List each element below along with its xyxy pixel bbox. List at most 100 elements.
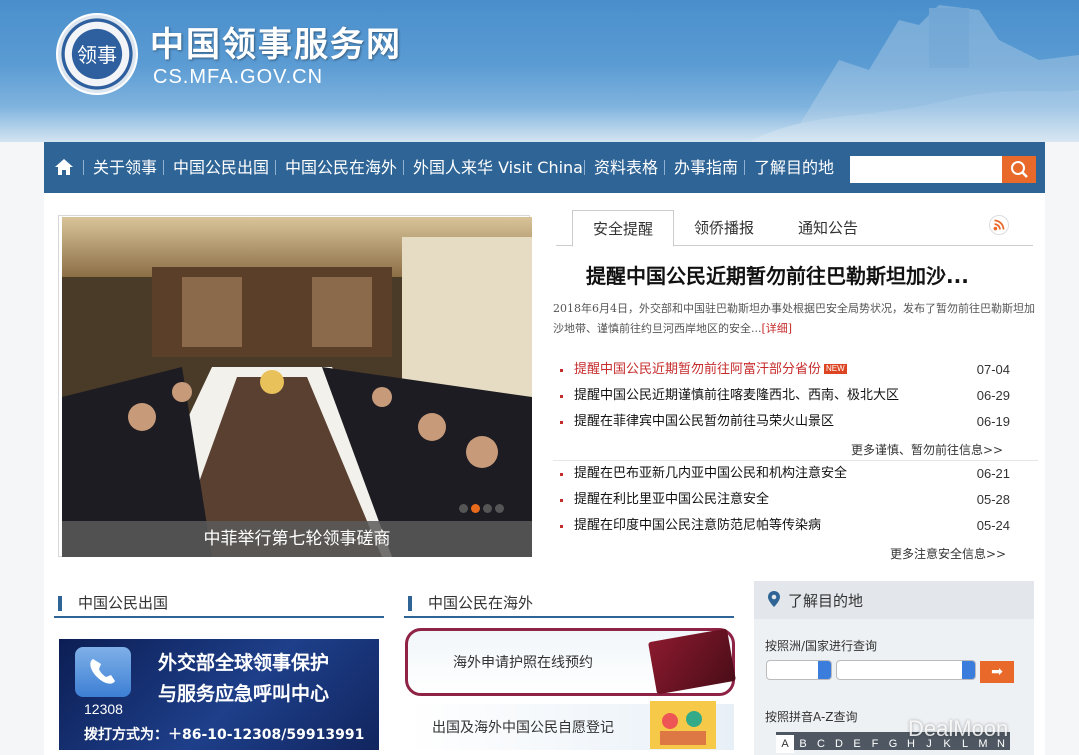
site-title[interactable]: 中国领事服务网 [150, 17, 402, 66]
tab-announcements[interactable]: 通知公告 [780, 210, 876, 246]
nav-separator [275, 160, 276, 175]
more-caution-link[interactable]: 更多谨慎、暂勿前往信息>> [851, 441, 1003, 458]
news-summary: 2018年6月4日，外交部和中国驻巴勒斯坦办事处根据巴安全局势状况，发布了暂勿前… [553, 299, 1038, 339]
section-overseas: 中国公民在海外 [404, 586, 734, 618]
registration-banner-label: 出国及海外中国公民自愿登记 [432, 720, 614, 736]
consular-hotline-banner[interactable]: 外交部全球领事保护 与服务应急呼叫中心 12308 拨打方式为：＋86-10-1… [59, 639, 379, 750]
list-item[interactable]: 提醒中国公民近期暂勿前往阿富汗部分省份 NEW 07-04 [560, 357, 1010, 383]
slide-caption[interactable]: 中菲举行第七轮领事磋商 [62, 521, 532, 557]
letter-d[interactable]: D [830, 735, 848, 753]
list-item-title[interactable]: 提醒在菲律宾中国公民暂勿前往马荣火山景区 [574, 409, 834, 435]
nav-separator [584, 160, 585, 175]
slideshow-photo[interactable]: 中菲举行第七轮领事磋商 [62, 217, 532, 557]
nav-item-going-abroad[interactable]: 中国公民出国 [173, 142, 269, 193]
letter-a[interactable]: A [776, 735, 794, 753]
safety-list: 提醒在巴布亚新几内亚中国公民和机构注意安全 06-21 提醒在利比里亚中国公民注意… [560, 461, 1010, 539]
news-slideshow[interactable]: 中菲举行第七轮领事磋商 [58, 215, 532, 557]
go-button[interactable]: ➡ [980, 661, 1014, 683]
site-logo[interactable]: 领事 [56, 13, 138, 95]
news-headline[interactable]: 提醒中国公民近期暂勿前往巴勒斯坦加沙... [586, 260, 969, 289]
list-item[interactable]: 提醒在菲律宾中国公民暂勿前往马荣火山景区 06-19 [560, 409, 1010, 435]
section-title[interactable]: 中国公民出国 [78, 592, 168, 613]
slide-dot[interactable] [495, 504, 504, 513]
logo-text: 领事 [77, 43, 117, 67]
home-icon[interactable] [53, 156, 75, 178]
list-item-title[interactable]: 提醒在印度中国公民注意防范尼帕等传染病 [574, 513, 821, 539]
hotline-dial-info: 拨打方式为：＋86-10-12308/59913991 [84, 727, 365, 743]
list-item-date: 06-21 [976, 466, 1010, 481]
nav-item-destinations[interactable]: 了解目的地 [754, 142, 834, 193]
pinyin-query-label: 按照拼音A-Z查询 [765, 710, 858, 724]
list-item-date: 05-28 [976, 492, 1010, 507]
region-query-label: 按照洲/国家进行查询 [765, 639, 878, 653]
alert-list: 提醒中国公民近期暂勿前往阿富汗部分省份 NEW 07-04 提醒中国公民近期谨慎前往… [560, 357, 1010, 435]
nav-separator [163, 160, 164, 175]
list-item-title[interactable]: 提醒中国公民近期暂勿前往阿富汗部分省份 [574, 362, 821, 377]
main-nav: 关于领事 中国公民出国 中国公民在海外 外国人来华 Visit China 资料… [44, 142, 1045, 193]
search-input[interactable] [850, 156, 1002, 183]
destination-header: 了解目的地 [754, 581, 1034, 619]
phone-icon [75, 647, 131, 697]
list-item-title[interactable]: 提醒中国公民近期谨慎前往喀麦隆西北、西南、极北大区 [574, 383, 899, 409]
list-item[interactable]: 提醒在印度中国公民注意防范尼帕等传染病 05-24 [560, 513, 1010, 539]
continent-select[interactable] [766, 660, 832, 680]
tab-overseas-news[interactable]: 领侨播报 [680, 210, 768, 246]
list-item-title[interactable]: 提醒在利比里亚中国公民注意安全 [574, 487, 769, 513]
page-content: 关于领事 中国公民出国 中国公民在海外 外国人来华 Visit China 资料… [44, 142, 1045, 755]
hotline-title-line2: 与服务应急呼叫中心 [158, 683, 330, 705]
hotline-title-line1: 外交部全球领事保护 [158, 652, 330, 674]
list-item[interactable]: 提醒在巴布亚新几内亚中国公民和机构注意安全 06-21 [560, 461, 1010, 487]
hotline-number: 12308 [84, 701, 123, 717]
list-item[interactable]: 提醒中国公民近期谨慎前往喀麦隆西北、西南、极北大区 06-29 [560, 383, 1010, 409]
new-badge: NEW [824, 364, 847, 374]
slide-dot[interactable] [483, 504, 492, 513]
site-url: CS.MFA.GOV.CN [153, 66, 324, 88]
letter-b[interactable]: B [794, 735, 812, 753]
detail-link[interactable]: [详细] [762, 322, 793, 335]
summary-text: 2018年6月4日，外交部和中国驻巴勒斯坦办事处根据巴安全局势状况，发布了暂勿前… [553, 302, 1035, 335]
news-tabs: 安全提醒 领侨播报 通知公告 [556, 210, 1033, 247]
nav-item-overseas[interactable]: 中国公民在海外 [285, 142, 397, 193]
rss-icon[interactable] [989, 215, 1009, 235]
nav-item-about-consular[interactable]: 关于领事 [93, 142, 157, 193]
list-item-date: 06-19 [976, 414, 1010, 429]
slide-indicators [459, 498, 507, 517]
nav-separator [83, 160, 84, 175]
dealmoon-watermark: DealMoon [908, 716, 1009, 741]
letter-c[interactable]: C [812, 735, 830, 753]
tab-safety-alerts[interactable]: 安全提醒 [572, 210, 674, 247]
destination-title: 了解目的地 [788, 592, 864, 610]
passport-appointment-banner[interactable]: 海外申请护照在线预约 [405, 628, 736, 696]
letter-e[interactable]: E [848, 735, 866, 753]
nav-item-guide[interactable]: 办事指南 [674, 142, 738, 193]
search-button[interactable] [1002, 156, 1036, 183]
nav-separator [664, 160, 665, 175]
location-pin-icon [768, 591, 780, 607]
list-item-date: 05-24 [976, 518, 1010, 533]
chevron-down-icon [818, 661, 831, 679]
nav-separator [403, 160, 404, 175]
nav-separator [744, 160, 745, 175]
slide-dot-active[interactable] [471, 504, 480, 513]
passport-banner-label: 海外申请护照在线预约 [453, 655, 593, 671]
slide-dot[interactable] [459, 504, 468, 513]
more-safety-link[interactable]: 更多注意安全信息>> [890, 545, 1006, 562]
list-item-title[interactable]: 提醒在巴布亚新几内亚中国公民和机构注意安全 [574, 461, 847, 487]
list-item-date: 07-04 [976, 362, 1010, 377]
citizen-registration-banner[interactable]: 出国及海外中国公民自愿登记 [408, 701, 734, 750]
nav-item-forms[interactable]: 资料表格 [594, 142, 658, 193]
section-going-abroad: 中国公民出国 [54, 586, 384, 618]
great-wall-illustration [749, 5, 1079, 142]
search-icon [1011, 161, 1028, 178]
passport-image [648, 628, 736, 695]
chevron-down-icon [962, 661, 975, 679]
list-item-date: 06-29 [976, 388, 1010, 403]
registration-illustration [650, 701, 716, 749]
letter-f[interactable]: F [866, 735, 884, 753]
letter-g[interactable]: G [884, 735, 902, 753]
list-item[interactable]: 提醒在利比里亚中国公民注意安全 05-28 [560, 487, 1010, 513]
nav-item-visit-china[interactable]: 外国人来华 Visit China [413, 142, 583, 193]
site-header: 领事 中国领事服务网 CS.MFA.GOV.CN [0, 0, 1079, 142]
country-select[interactable] [836, 660, 976, 680]
section-title[interactable]: 中国公民在海外 [428, 592, 533, 613]
